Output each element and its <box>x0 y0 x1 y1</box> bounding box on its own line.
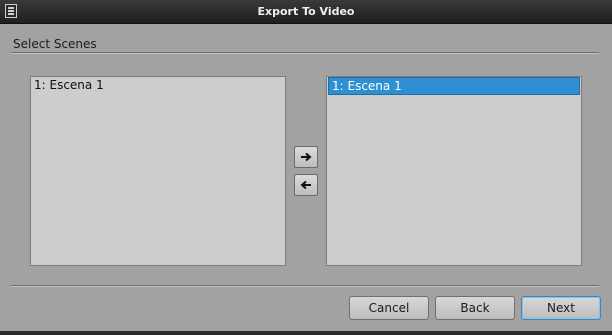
add-scene-button[interactable] <box>294 146 318 168</box>
title-bar: Export To Video <box>0 0 612 24</box>
arrow-left-icon <box>300 180 311 190</box>
back-button[interactable]: Back <box>435 296 515 320</box>
selected-scenes-list[interactable]: 1: Escena 1 <box>326 76 582 266</box>
section-divider <box>11 52 599 54</box>
section-label: Select Scenes <box>13 37 97 51</box>
export-to-video-dialog: Export To Video Select Scenes 1: Escena … <box>0 0 612 335</box>
next-button[interactable]: Next <box>521 296 601 320</box>
list-item[interactable]: 1: Escena 1 <box>31 77 285 93</box>
arrow-right-icon <box>301 152 312 162</box>
window-title: Export To Video <box>257 5 355 18</box>
available-scenes-list[interactable]: 1: Escena 1 <box>30 76 286 266</box>
list-item[interactable]: 1: Escena 1 <box>328 77 580 95</box>
window-bottom-edge <box>0 331 612 335</box>
footer-divider <box>11 285 599 287</box>
cancel-button[interactable]: Cancel <box>349 296 429 320</box>
remove-scene-button[interactable] <box>294 174 318 196</box>
